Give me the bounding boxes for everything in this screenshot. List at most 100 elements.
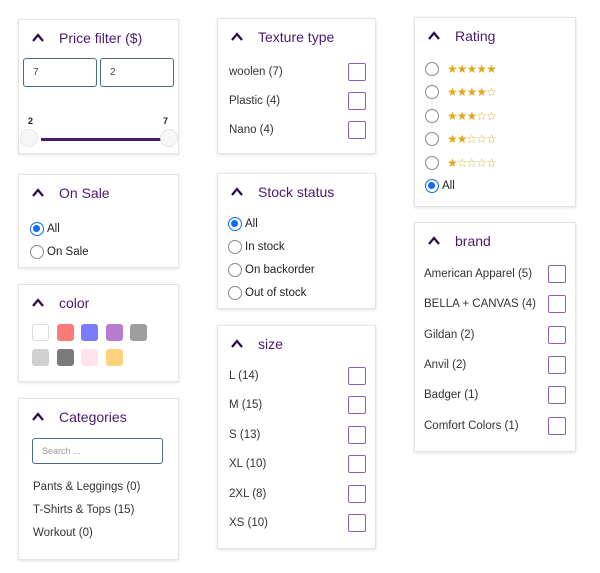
rating-option-5-stars[interactable]: ★ ★ ★ ★ ★ (425, 57, 497, 81)
checkbox[interactable] (548, 295, 566, 314)
category-item[interactable]: Pants & Leggings (0) (33, 481, 140, 504)
on-sale-option-all[interactable]: All (30, 217, 89, 240)
checkbox[interactable] (348, 455, 366, 474)
star-empty-icon: ☆ (466, 132, 478, 147)
color-swatch[interactable] (32, 324, 49, 341)
item-label: American Apparel (5) (424, 268, 533, 281)
radio-button[interactable] (425, 155, 439, 170)
checkbox[interactable] (548, 386, 566, 405)
rating-option-3-stars[interactable]: ★ ★ ★ ☆ ☆ (425, 104, 497, 128)
color-swatch[interactable] (81, 349, 98, 366)
radio-button[interactable] (228, 285, 242, 300)
stock-option-on-backorder[interactable]: On backorder (228, 258, 315, 281)
chevron-up-icon[interactable] (31, 31, 45, 45)
chevron-up-icon[interactable] (230, 185, 244, 199)
size-item[interactable]: XL (10) (229, 450, 366, 480)
on-sale-header[interactable]: On Sale (19, 178, 178, 208)
texture-item[interactable]: Plastic (4) (229, 86, 366, 115)
on-sale-option-on-sale[interactable]: On Sale (30, 240, 89, 263)
radio-button[interactable] (228, 239, 242, 254)
checkbox[interactable] (348, 366, 366, 385)
radio-button[interactable] (30, 221, 44, 236)
color-header[interactable]: color (19, 288, 178, 318)
color-swatch[interactable] (81, 324, 98, 341)
checkbox[interactable] (348, 396, 366, 415)
item-label: 2XL (8) (229, 487, 267, 500)
item-label: BELLA + CANVAS (4) (424, 298, 536, 311)
size-header[interactable]: size (218, 329, 375, 359)
price-min-input[interactable]: 7 (23, 58, 97, 87)
size-card: size L (14) M (15) S (13) XL (10) 2XL (8… (217, 325, 376, 549)
slider-min-handle[interactable] (20, 129, 38, 147)
stock-option-in-stock[interactable]: In stock (228, 235, 315, 258)
rating-option-2-stars[interactable]: ★ ★ ☆ ☆ ☆ (425, 128, 497, 152)
checkbox[interactable] (548, 356, 566, 375)
checkbox[interactable] (548, 416, 566, 435)
star-filled-icon: ★ (476, 85, 487, 100)
chevron-up-icon[interactable] (230, 30, 244, 44)
texture-type-header[interactable]: Texture type (218, 22, 375, 52)
brand-item[interactable]: BELLA + CANVAS (4) (424, 289, 566, 319)
price-filter-header[interactable]: Price filter ($) (19, 23, 178, 53)
texture-item[interactable]: woolen (7) (229, 57, 366, 86)
checkbox[interactable] (548, 325, 566, 344)
category-item[interactable]: T-Shirts & Tops (15) (33, 504, 140, 527)
star-rating: ★ ★ ★ ★ ★ (447, 61, 497, 76)
stock-option-all[interactable]: All (228, 212, 315, 235)
rating-option-all[interactable]: All (425, 177, 455, 195)
brand-item[interactable]: Badger (1) (424, 380, 566, 410)
category-search-input[interactable]: Search ... (32, 438, 163, 464)
brand-item[interactable]: Comfort Colors (1) (424, 410, 566, 440)
chevron-up-icon[interactable] (427, 29, 441, 43)
chevron-up-icon[interactable] (31, 186, 45, 200)
checkbox[interactable] (348, 91, 366, 110)
item-label: L (14) (229, 369, 259, 382)
price-max-input[interactable]: 2 (100, 58, 174, 87)
radio-button[interactable] (425, 179, 439, 193)
brand-item[interactable]: Anvil (2) (424, 350, 566, 380)
radio-button[interactable] (228, 216, 242, 231)
categories-header[interactable]: Categories (19, 402, 178, 432)
checkbox[interactable] (348, 514, 366, 533)
item-label: Badger (1) (424, 389, 479, 402)
size-item[interactable]: M (15) (229, 391, 366, 421)
radio-button[interactable] (425, 132, 439, 147)
radio-button[interactable] (425, 108, 439, 123)
color-swatch[interactable] (56, 349, 74, 366)
radio-button[interactable] (228, 262, 242, 277)
checkbox[interactable] (548, 265, 566, 284)
color-swatch[interactable] (130, 324, 147, 341)
price-slider-track[interactable] (41, 138, 161, 141)
checkbox[interactable] (348, 425, 366, 444)
size-item[interactable]: S (13) (229, 420, 366, 450)
stock-option-out-of-stock[interactable]: Out of stock (228, 281, 315, 304)
checkbox[interactable] (348, 120, 366, 139)
slider-max-handle[interactable] (160, 129, 178, 147)
chevron-up-icon[interactable] (427, 234, 441, 248)
chevron-up-icon[interactable] (31, 410, 45, 424)
radio-button[interactable] (425, 61, 439, 76)
chevron-up-icon[interactable] (230, 337, 244, 351)
brand-header[interactable]: brand (415, 226, 575, 256)
checkbox[interactable] (348, 484, 366, 503)
brand-item[interactable]: Gildan (2) (424, 320, 566, 350)
texture-item[interactable]: Nano (4) (229, 115, 366, 144)
color-swatch[interactable] (56, 324, 74, 341)
rating-header[interactable]: Rating (415, 21, 575, 51)
size-item[interactable]: 2XL (8) (229, 479, 366, 509)
rating-option-4-stars[interactable]: ★ ★ ★ ★ ☆ (425, 81, 497, 105)
size-item[interactable]: L (14) (229, 361, 366, 391)
size-item[interactable]: XS (10) (229, 509, 366, 539)
star-filled-icon: ★ (466, 61, 478, 76)
stock-status-header[interactable]: Stock status (218, 177, 375, 207)
chevron-up-icon[interactable] (31, 296, 45, 310)
category-item[interactable]: Workout (0) (33, 527, 140, 550)
checkbox[interactable] (348, 62, 366, 81)
color-swatch[interactable] (105, 349, 123, 366)
color-swatch[interactable] (32, 349, 49, 366)
color-swatch[interactable] (105, 324, 123, 341)
radio-button[interactable] (30, 244, 44, 259)
rating-option-1-stars[interactable]: ★ ☆ ☆ ☆ ☆ (425, 151, 497, 175)
radio-button[interactable] (425, 85, 439, 100)
brand-item[interactable]: American Apparel (5) (424, 259, 566, 289)
